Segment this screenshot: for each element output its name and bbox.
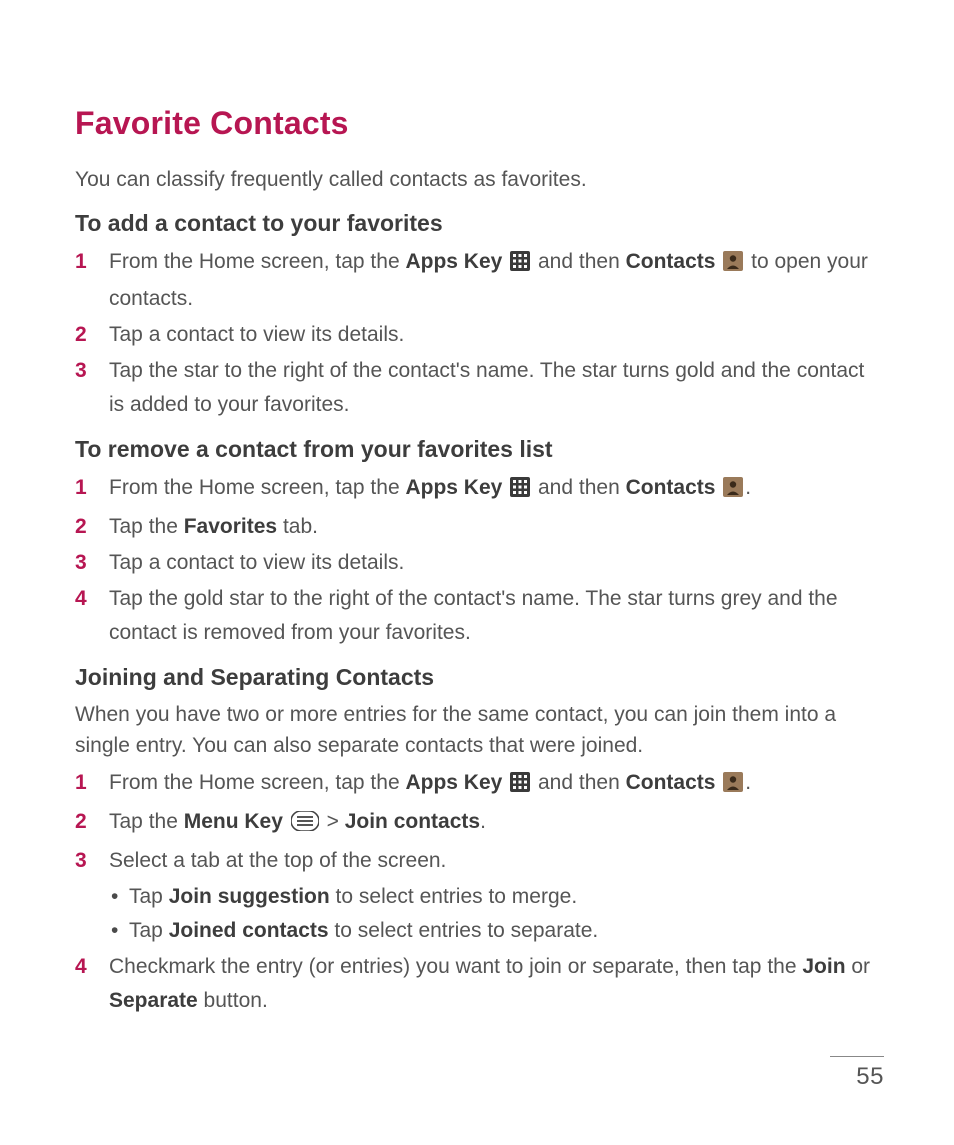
text: Tap the <box>109 810 184 833</box>
text: From the Home screen, tap the <box>109 771 405 794</box>
page-title: Favorite Contacts <box>75 105 884 142</box>
text: Checkmark the entry (or entries) you wan… <box>109 955 802 978</box>
favorites-label: Favorites <box>184 515 277 538</box>
text: to select entries to merge. <box>330 885 577 908</box>
apps-key-icon <box>510 248 530 282</box>
text: From the Home screen, tap the <box>109 250 405 273</box>
text: button. <box>198 989 268 1012</box>
joining-intro: When you have two or more entries for th… <box>75 699 884 762</box>
text: to select entries to separate. <box>329 919 599 942</box>
text: or <box>846 955 871 978</box>
step-add-2: 2 Tap a contact to view its details. <box>75 318 884 352</box>
step-remove-4: 4 Tap the gold star to the right of the … <box>75 582 884 650</box>
document-page: Favorite Contacts You can classify frequ… <box>0 0 954 1145</box>
step-number: 3 <box>75 354 87 388</box>
step-join-2: 2 Tap the Menu Key > Join contacts. <box>75 805 884 842</box>
contacts-label: Contacts <box>626 771 716 794</box>
step-join-4: 4 Checkmark the entry (or entries) you w… <box>75 950 884 1018</box>
step-number: 1 <box>75 245 87 279</box>
intro-paragraph: You can classify frequently called conta… <box>75 164 884 196</box>
contacts-label: Contacts <box>626 250 716 273</box>
steps-remove: 1 From the Home screen, tap the Apps Key… <box>75 471 884 650</box>
step-join-1: 1 From the Home screen, tap the Apps Key… <box>75 766 884 803</box>
text: Select a tab at the top of the screen. <box>109 849 446 872</box>
step-number: 2 <box>75 318 87 352</box>
joined-contacts-label: Joined contacts <box>169 919 329 942</box>
text: > <box>321 810 345 833</box>
join-suggestion-label: Join suggestion <box>169 885 330 908</box>
text: From the Home screen, tap the <box>109 476 405 499</box>
bullet-joined-contacts: Tap Joined contacts to select entries to… <box>109 914 884 948</box>
step-add-1: 1 From the Home screen, tap the Apps Key… <box>75 245 884 316</box>
step-number: 3 <box>75 546 87 580</box>
step-add-3: 3 Tap the star to the right of the conta… <box>75 354 884 422</box>
contacts-icon <box>723 474 743 508</box>
contacts-icon <box>723 248 743 282</box>
step-remove-1: 1 From the Home screen, tap the Apps Key… <box>75 471 884 508</box>
bullet-join-suggestion: Tap Join suggestion to select entries to… <box>109 880 884 914</box>
heading-joining-separating: Joining and Separating Contacts <box>75 664 884 691</box>
step-number: 4 <box>75 950 87 984</box>
text: Tap <box>129 919 169 942</box>
menu-key-label: Menu Key <box>184 810 283 833</box>
apps-key-label: Apps Key <box>405 476 502 499</box>
text: Tap the gold star to the right of the co… <box>109 587 838 644</box>
apps-key-label: Apps Key <box>405 771 502 794</box>
menu-key-icon <box>291 808 319 842</box>
text: . <box>480 810 486 833</box>
join-contacts-label: Join contacts <box>345 810 480 833</box>
text: . <box>745 476 751 499</box>
step-number: 4 <box>75 582 87 616</box>
page-number-block: 55 <box>830 1056 884 1091</box>
contacts-icon <box>723 769 743 803</box>
step-number: 1 <box>75 471 87 505</box>
text: and then <box>532 771 625 794</box>
text: Tap the star to the right of the contact… <box>109 359 864 416</box>
step-number: 2 <box>75 510 87 544</box>
step-remove-2: 2 Tap the Favorites tab. <box>75 510 884 544</box>
text: Tap a contact to view its details. <box>109 551 404 574</box>
text: and then <box>532 250 625 273</box>
join-button-label: Join <box>802 955 845 978</box>
heading-add-favorites: To add a contact to your favorites <box>75 210 884 237</box>
contacts-label: Contacts <box>626 476 716 499</box>
step-number: 3 <box>75 844 87 878</box>
heading-remove-favorites: To remove a contact from your favorites … <box>75 436 884 463</box>
steps-join: 1 From the Home screen, tap the Apps Key… <box>75 766 884 1018</box>
text: Tap <box>129 885 169 908</box>
apps-key-label: Apps Key <box>405 250 502 273</box>
step-number: 2 <box>75 805 87 839</box>
apps-key-icon <box>510 769 530 803</box>
page-number: 55 <box>830 1057 884 1091</box>
text: Tap a contact to view its details. <box>109 323 404 346</box>
steps-add: 1 From the Home screen, tap the Apps Key… <box>75 245 884 422</box>
separate-button-label: Separate <box>109 989 198 1012</box>
apps-key-icon <box>510 474 530 508</box>
text: . <box>745 771 751 794</box>
step-join-3: 3 Select a tab at the top of the screen.… <box>75 844 884 948</box>
text: and then <box>532 476 625 499</box>
text: tab. <box>277 515 318 538</box>
step-remove-3: 3 Tap a contact to view its details. <box>75 546 884 580</box>
step-number: 1 <box>75 766 87 800</box>
sub-bullets: Tap Join suggestion to select entries to… <box>109 880 884 948</box>
text: Tap the <box>109 515 184 538</box>
